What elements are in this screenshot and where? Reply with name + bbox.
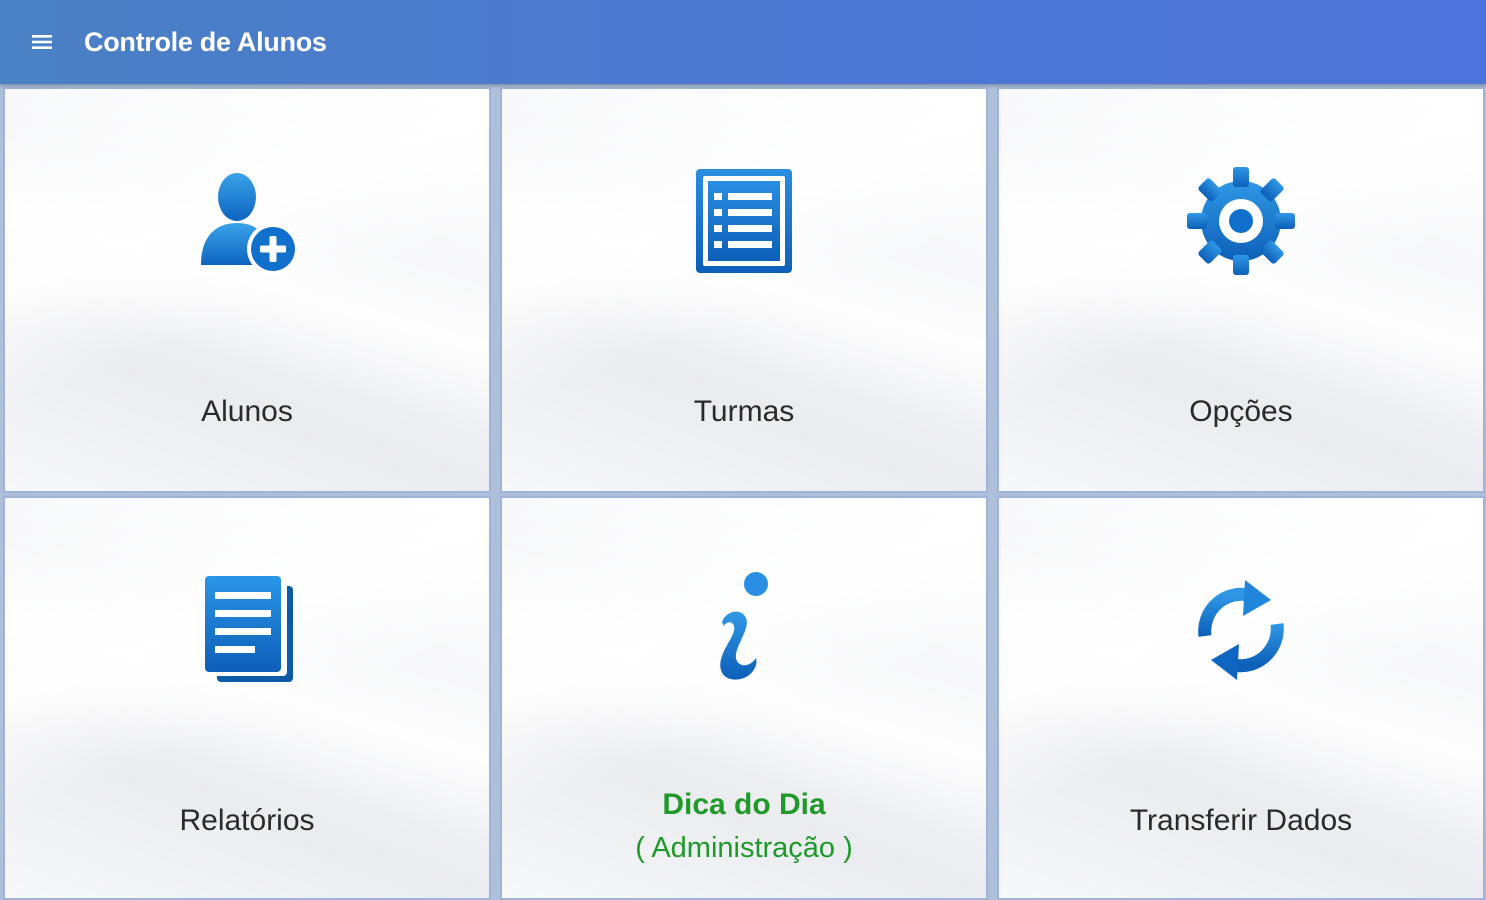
app-title: Controle de Alunos (84, 26, 327, 57)
tile-relatorios[interactable]: Relatórios (3, 496, 491, 900)
tile-transferir-dados[interactable]: Transferir Dados (997, 496, 1485, 900)
tile-label: Transferir Dados (1129, 804, 1353, 837)
tile-alunos[interactable]: Alunos (3, 87, 491, 493)
document-icon (187, 570, 307, 690)
tile-label: Turmas (693, 395, 795, 428)
tile-sublabel: ( Administração ) (635, 832, 853, 864)
add-user-icon (187, 161, 307, 281)
list-icon (684, 161, 804, 281)
gear-icon (1181, 161, 1301, 281)
tile-label: Opções (1189, 395, 1293, 428)
sync-icon (1181, 570, 1301, 690)
info-icon (684, 570, 804, 690)
app-bar: Controle de Alunos (0, 0, 1486, 84)
tile-label: Relatórios (179, 804, 315, 837)
menu-button[interactable] (0, 0, 84, 84)
tile-label: Dica do Dia (662, 788, 826, 821)
tile-label: Alunos (201, 395, 293, 428)
tile-turmas[interactable]: Turmas (500, 87, 988, 493)
hamburger-menu-icon (32, 35, 52, 49)
tile-opcoes[interactable]: Opções (997, 87, 1485, 493)
tile-dica-do-dia[interactable]: Dica do Dia ( Administração ) (500, 496, 988, 900)
main-menu-grid: Alunos Turmas Opções Relatórios Dica do … (0, 84, 1486, 900)
